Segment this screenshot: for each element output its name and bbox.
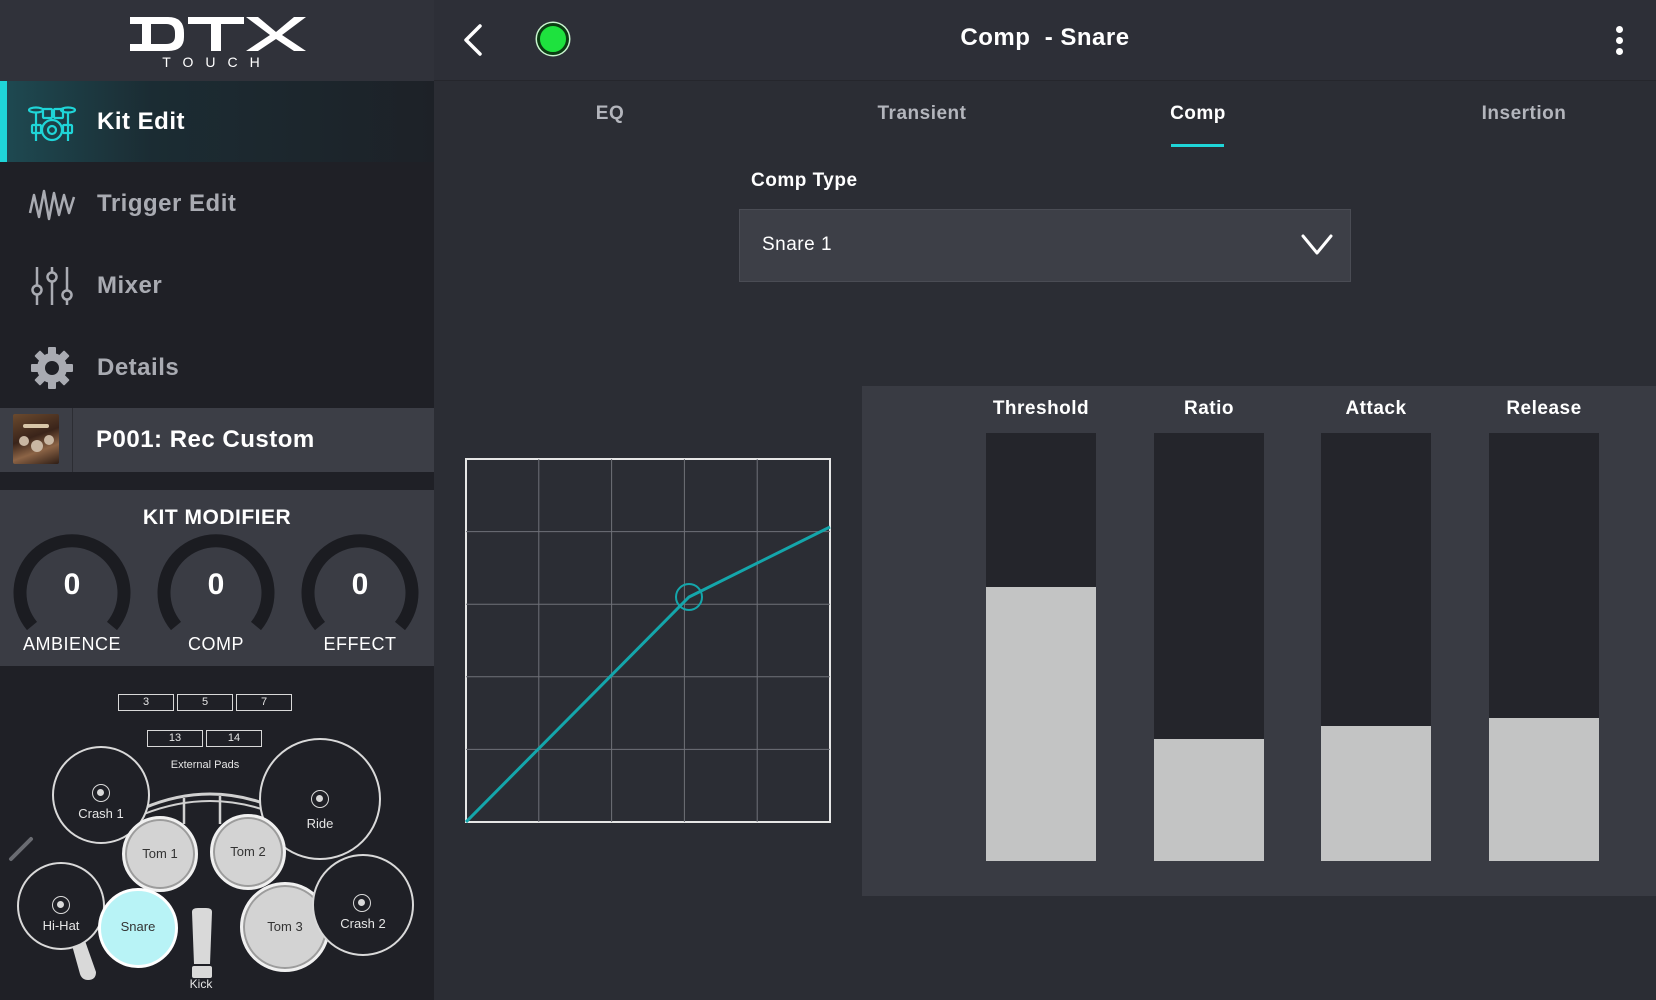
pad-tom-2[interactable]: Tom 2 <box>210 814 286 890</box>
chevron-down-icon <box>1301 234 1333 255</box>
pad-snare[interactable]: Snare <box>98 888 178 968</box>
slider-fill <box>1321 726 1431 861</box>
knob-label: COMP <box>188 634 244 654</box>
pad-target-icon <box>92 784 110 802</box>
external-pads-label: External Pads <box>170 759 240 771</box>
page-title: Comp - Snare <box>960 24 1130 51</box>
gear-icon <box>31 347 73 389</box>
active-tab-indicator <box>1171 144 1224 147</box>
kit-name: P001: Rec Custom <box>96 426 315 453</box>
external-pad-3[interactable]: 3 <box>118 694 174 711</box>
slider-fill <box>1154 739 1264 861</box>
ambience-knob[interactable]: 0 AMBIENCE <box>12 534 132 664</box>
threshold-slider[interactable] <box>986 433 1096 861</box>
comp-parameters-panel: Threshold Ratio Attack Release <box>862 386 1656 896</box>
comp-knob[interactable]: 0 COMP <box>156 534 276 664</box>
tab-insertion[interactable]: Insertion <box>1434 103 1614 125</box>
slider-fill <box>1489 718 1599 861</box>
sidebar-item-details[interactable]: Details <box>0 327 434 408</box>
tab-eq[interactable]: EQ <box>550 103 670 125</box>
comp-type-dropdown[interactable]: Snare 1 <box>739 209 1351 282</box>
external-pad-13[interactable]: 13 <box>147 730 203 747</box>
attack-slider[interactable] <box>1321 433 1431 861</box>
pad-label: Hi-Hat <box>42 918 80 933</box>
waveform-icon <box>28 189 76 221</box>
mixer-sliders-icon <box>31 267 73 305</box>
slider-fill <box>986 587 1096 861</box>
pad-crash-2[interactable]: Crash 2 <box>312 854 414 956</box>
compressor-curve-graph[interactable] <box>465 458 831 823</box>
pad-target-icon <box>311 790 329 808</box>
pad-label: Tom 2 <box>230 844 266 859</box>
kit-thumbnail <box>13 414 59 464</box>
sidebar-item-mixer[interactable]: Mixer <box>0 245 434 326</box>
tab-bar: EQ Transient Comp Insertion <box>434 81 1656 151</box>
external-pad-5[interactable]: 5 <box>177 694 233 711</box>
param-label-threshold: Threshold <box>992 398 1090 419</box>
top-bar: Comp - Snare <box>434 0 1656 81</box>
param-label-release: Release <box>1506 398 1582 419</box>
knob-value: 0 <box>63 568 81 601</box>
sidebar-item-kit-edit[interactable]: Kit Edit <box>0 81 434 162</box>
pad-hi-hat[interactable]: Hi-Hat <box>17 862 105 950</box>
kick-pedal-icon <box>192 908 212 978</box>
sidebar-item-trigger-edit[interactable]: Trigger Edit <box>0 163 434 244</box>
external-pad-7[interactable]: 7 <box>236 694 292 711</box>
param-label-ratio: Ratio <box>1184 398 1234 419</box>
effect-knob[interactable]: 0 EFFECT <box>300 534 420 664</box>
sidebar-item-label: Details <box>97 353 180 381</box>
app-logo: TOUCH <box>0 0 434 81</box>
pad-label: Snare <box>120 919 156 934</box>
tab-comp[interactable]: Comp <box>1148 103 1248 125</box>
comp-type-label: Comp Type <box>751 170 858 191</box>
kick-label: Kick <box>189 977 213 991</box>
pad-tom-1[interactable]: Tom 1 <box>122 816 198 892</box>
comp-type-value: Snare 1 <box>762 234 833 255</box>
pad-label: Tom 1 <box>142 846 178 861</box>
pad-target-icon <box>52 896 70 914</box>
sidebar-item-label: Mixer <box>97 271 163 299</box>
kit-modifier-panel: KIT MODIFIER 0 AMBIENCE 0 COMP 0 EFFECT <box>0 490 434 666</box>
external-pad-14[interactable]: 14 <box>206 730 262 747</box>
main-panel: Comp - Snare EQ Transient Comp Insertion… <box>434 0 1656 1000</box>
drumstick-icon <box>9 837 33 861</box>
ratio-slider[interactable] <box>1154 433 1264 861</box>
svg-text:TOUCH: TOUCH <box>162 54 272 69</box>
release-slider[interactable] <box>1489 433 1599 861</box>
kit-modifier-title: KIT MODIFIER <box>142 506 292 529</box>
tab-transient[interactable]: Transient <box>832 103 1012 125</box>
pad-map: 3 5 7 13 14 External Pads Crash 1 Ride T <box>0 666 434 1000</box>
knob-label: EFFECT <box>323 634 397 654</box>
knob-label: AMBIENCE <box>22 634 122 654</box>
param-label-attack: Attack <box>1345 398 1407 419</box>
current-kit-selector[interactable]: P001: Rec Custom <box>0 408 434 472</box>
pad-label: Crash 1 <box>78 806 124 821</box>
sidebar: TOUCH Kit Edit Trigger Edit Mixer Detail… <box>0 0 434 1000</box>
drum-kit-icon <box>28 106 76 142</box>
kit-divider <box>72 408 73 472</box>
knob-value: 0 <box>207 568 225 601</box>
knob-value: 0 <box>351 568 369 601</box>
sidebar-item-label: Trigger Edit <box>97 189 237 217</box>
dtx-touch-logo: TOUCH <box>130 16 306 69</box>
pad-target-icon <box>353 894 371 912</box>
more-options-icon[interactable] <box>1610 24 1630 58</box>
pad-label: Crash 2 <box>340 916 386 931</box>
sidebar-item-label: Kit Edit <box>97 107 185 135</box>
